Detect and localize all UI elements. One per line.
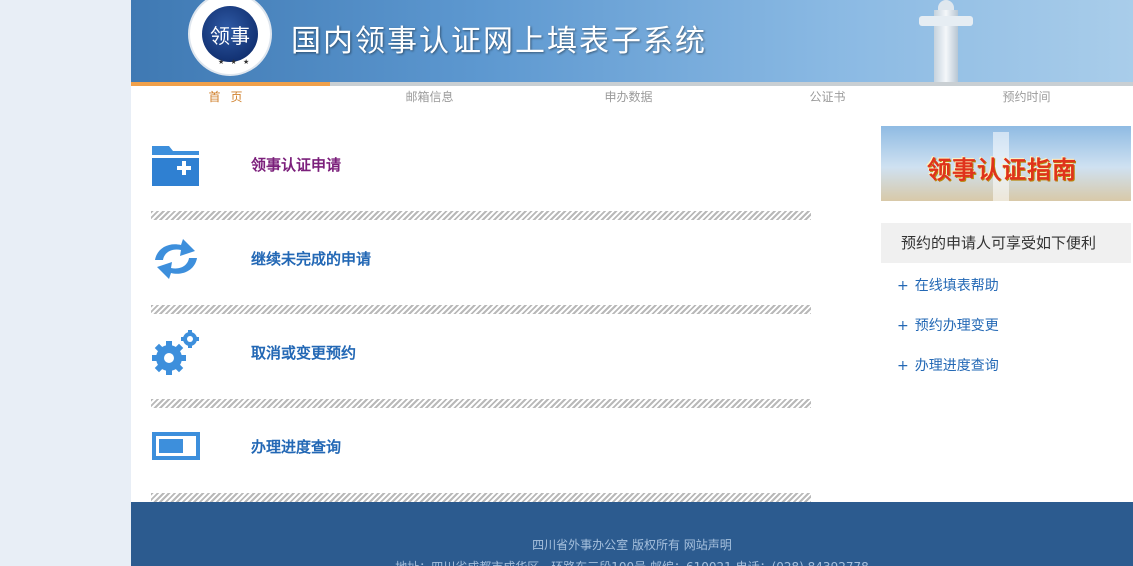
- progress-query-link[interactable]: 办理进度查询: [251, 436, 341, 457]
- page: 领事 ★ ★ ★ 国内领事认证网上填表子系统 首页 邮箱信息 申办数据 公证书 …: [131, 0, 1133, 566]
- site-title: 国内领事认证网上填表子系统: [291, 24, 707, 59]
- list-item-consular-application[interactable]: 领事认证申请: [151, 130, 811, 188]
- sidebar-link-online-help[interactable]: + 在线填表帮助: [897, 275, 999, 295]
- continue-application-link[interactable]: 继续未完成的申请: [251, 248, 371, 269]
- footer: 四川省外事办公室 版权所有 网站声明 地址：四川省成都市成华区一环路东三段100…: [131, 502, 1133, 566]
- plus-icon: +: [897, 318, 909, 334]
- benefits-heading: 预约的申请人可享受如下便利: [881, 223, 1131, 263]
- refresh-arrows-icon: [155, 239, 197, 279]
- sidebar-link-label: 办理进度查询: [914, 358, 999, 374]
- progress-bar-icon: [152, 432, 200, 460]
- nav-item-appointment-time[interactable]: 预约时间: [927, 86, 1126, 108]
- sidebar-link-label: 在线填表帮助: [914, 278, 999, 294]
- footer-copyright: 四川省外事办公室 版权所有 网站声明: [532, 538, 732, 552]
- huabiao-pillar-icon: [911, 0, 981, 82]
- nav-item-application-data[interactable]: 申办数据: [529, 86, 728, 108]
- sidebar-link-label: 预约办理变更: [914, 318, 999, 334]
- main-nav: 首页 邮箱信息 申办数据 公证书 预约时间: [131, 86, 1133, 108]
- nav-item-home[interactable]: 首页: [131, 86, 330, 108]
- list-item-continue-application[interactable]: 继续未完成的申请: [151, 224, 811, 282]
- consular-guide-banner[interactable]: 领事认证指南: [881, 126, 1131, 201]
- divider: [151, 399, 811, 408]
- plus-icon: +: [897, 358, 909, 374]
- sidebar-link-progress-query[interactable]: + 办理进度查询: [897, 355, 999, 375]
- sidebar-link-appointment-change[interactable]: + 预约办理变更: [897, 315, 999, 335]
- folder-add-icon: [152, 146, 199, 186]
- consular-application-link[interactable]: 领事认证申请: [251, 154, 341, 175]
- cancel-change-appointment-link[interactable]: 取消或变更预约: [251, 342, 356, 363]
- divider: [151, 305, 811, 314]
- nav-item-notarial-certificate[interactable]: 公证书: [728, 86, 927, 108]
- emblem-seal-icon: 领事: [202, 6, 258, 62]
- list-item-progress-query[interactable]: 办理进度查询: [151, 412, 811, 470]
- guide-banner-text: 领事认证指南: [927, 156, 1077, 184]
- divider: [151, 211, 811, 220]
- consular-emblem-logo: 领事 ★ ★ ★: [188, 0, 272, 76]
- emblem-stars: ★ ★ ★: [218, 58, 252, 66]
- nav-item-email-info[interactable]: 邮箱信息: [330, 86, 529, 108]
- divider: [151, 493, 811, 502]
- list-item-cancel-change-appointment[interactable]: 取消或变更预约: [151, 318, 811, 376]
- header-banner: 领事 ★ ★ ★ 国内领事认证网上填表子系统: [131, 0, 1133, 82]
- gears-icon: [152, 330, 199, 375]
- footer-address: 地址：四川省成都市成华区一环路东三段100号 邮编：610021 电话：(028…: [131, 558, 1133, 566]
- plus-icon: +: [897, 278, 909, 294]
